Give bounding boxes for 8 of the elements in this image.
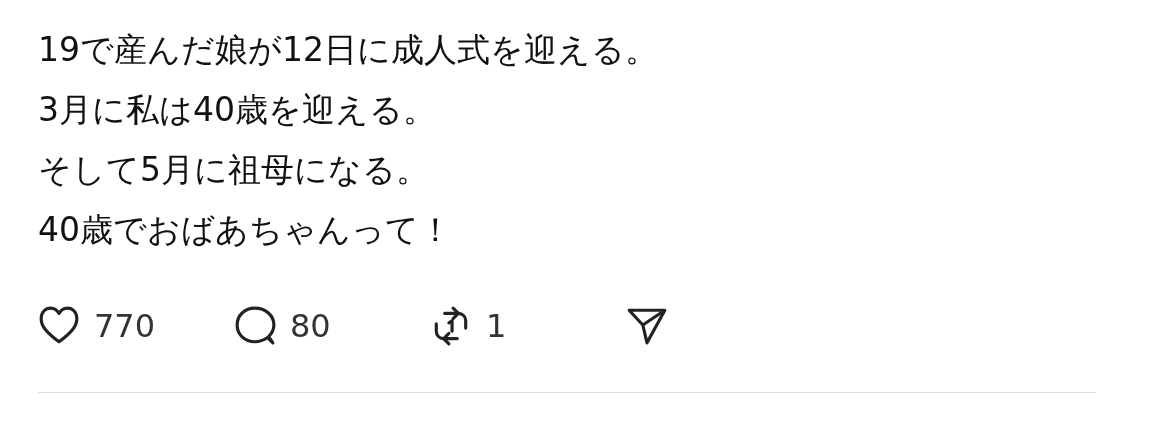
post-text-line: そして5月に祖母になる。 bbox=[38, 149, 429, 191]
speech-bubble-icon[interactable] bbox=[234, 305, 276, 347]
post-text-line: 19で産んだ娘が12日に成人式を迎える。 bbox=[38, 29, 658, 71]
count-label: 770 bbox=[94, 307, 156, 345]
post-text-line: 3月に私は40歳を迎える。 bbox=[38, 89, 436, 131]
post-text-line: 40歳でおばあちゃんって！ bbox=[38, 209, 452, 251]
count-label: 1 bbox=[486, 307, 507, 345]
count-label: 80 bbox=[290, 307, 331, 345]
